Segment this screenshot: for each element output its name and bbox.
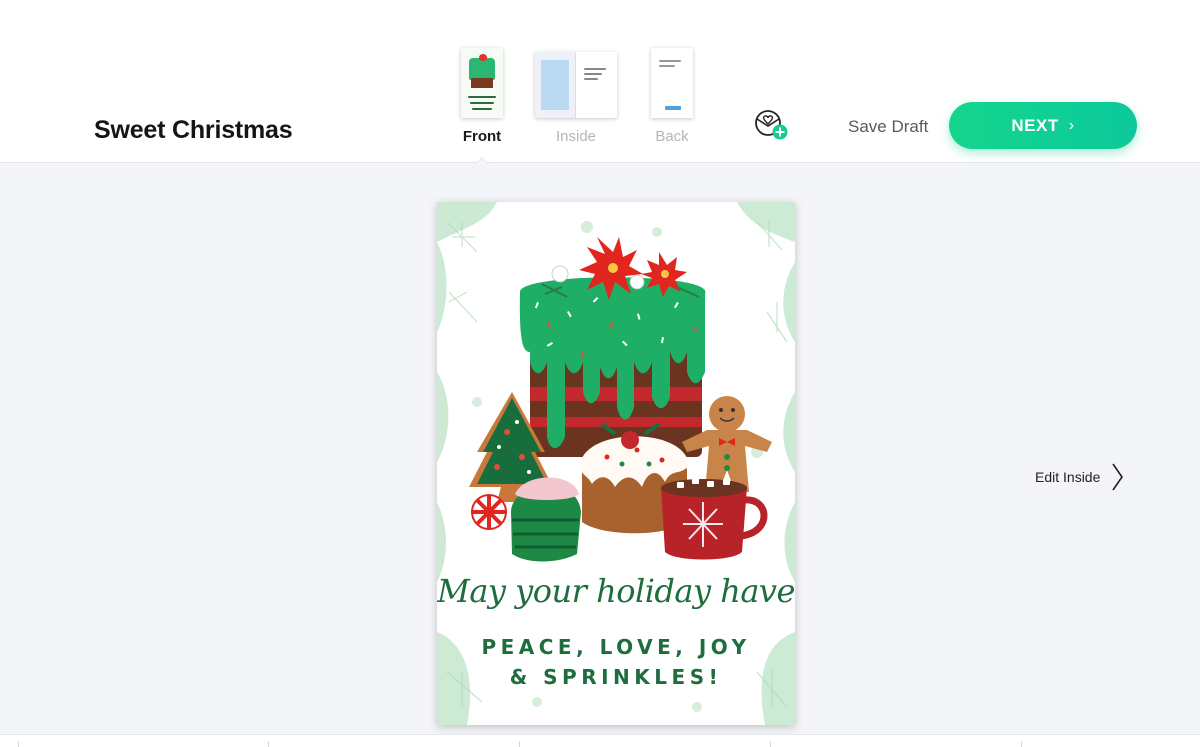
add-recipient-button[interactable] [752,108,790,142]
card-script-text: May your holiday have [437,572,795,610]
tab-back[interactable]: Back [636,40,708,160]
top-bar: Sweet Christmas Front Inside Back Save D… [0,0,1200,164]
tab-back-label: Back [655,128,689,145]
edit-inside-label: Edit Inside [1035,469,1101,485]
card-message-line-1: PEACE, LOVE, JOY [481,635,751,659]
save-draft-button[interactable]: Save Draft [848,117,928,137]
back-thumbnail [651,48,693,118]
card-front-preview[interactable]: May your holiday have PEACE, LOVE, JOY &… [437,202,795,725]
card-message-line-2: & SPRINKLES! [509,665,723,689]
tab-inside-label: Inside [555,128,597,145]
ruler-tick [1021,741,1022,747]
ruler-tick [770,741,771,747]
front-thumbnail [461,48,503,118]
active-tab-indicator [475,157,489,164]
tab-front[interactable]: Front [446,40,518,160]
tab-inside[interactable]: Inside [528,40,624,160]
heart-envelope-plus-icon [755,110,788,140]
next-button-label: NEXT [1011,115,1059,135]
ruler-tick [268,741,269,747]
inside-thumbnail [535,52,617,118]
tab-front-label: Front [462,128,502,145]
edit-inside-link[interactable]: Edit Inside [1035,462,1124,492]
next-button[interactable]: NEXT › [949,102,1137,149]
card-title: Sweet Christmas [94,116,293,144]
chevron-right-icon: › [1068,116,1075,134]
ruler-tick [519,741,520,747]
chevron-right-icon [1112,463,1124,491]
ruler-tick [18,741,19,747]
bottom-ruler [0,734,1200,747]
